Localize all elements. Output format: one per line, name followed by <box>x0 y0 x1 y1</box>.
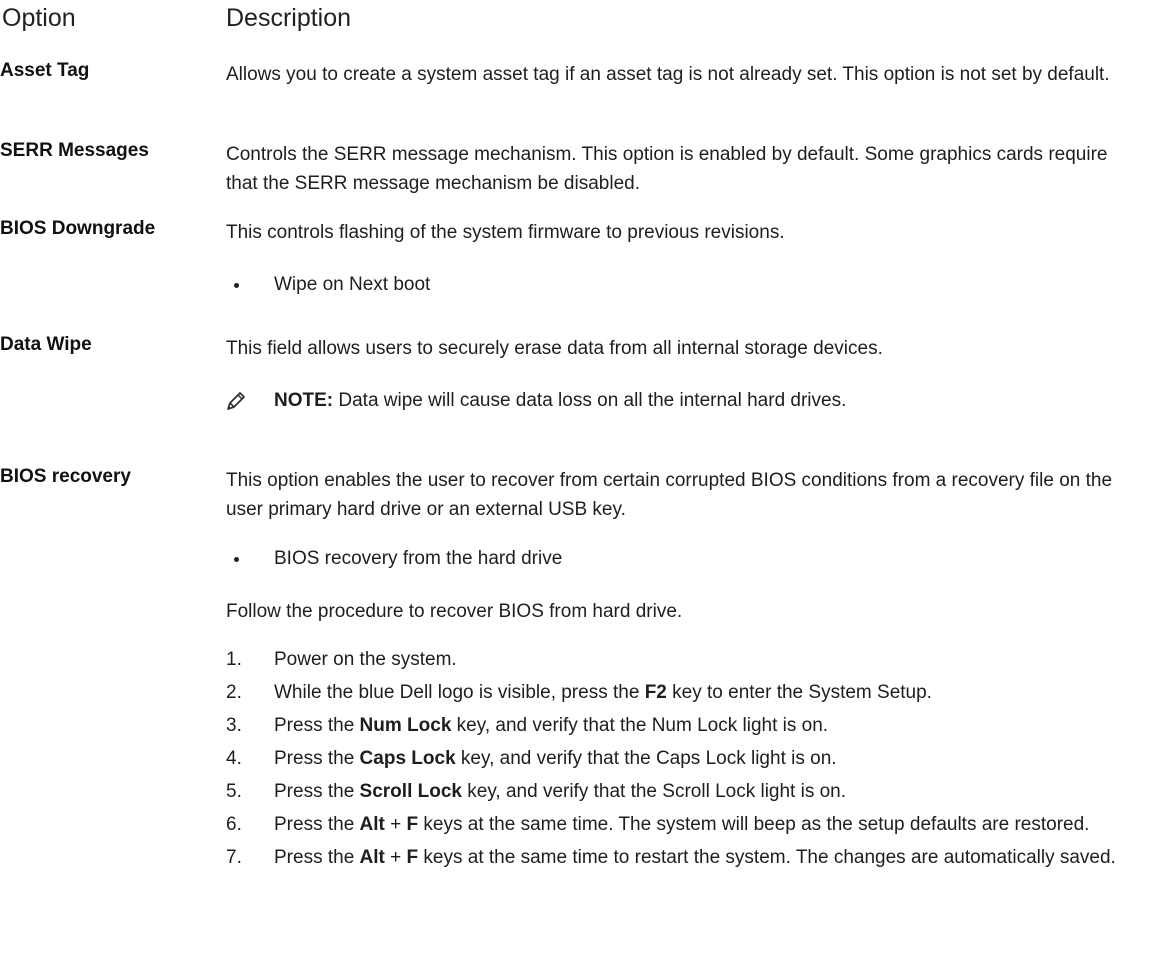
option-label: BIOS recovery <box>0 466 131 487</box>
step-text: key, and verify that the Scroll Lock lig… <box>461 781 847 802</box>
key-name: Caps Lock <box>359 748 456 769</box>
option-label: SERR Messages <box>0 140 149 161</box>
procedure-intro: Follow the procedure to recover BIOS fro… <box>226 601 683 622</box>
step-number: 4. <box>226 748 242 769</box>
table-header: Option Description <box>2 4 1156 44</box>
key-name: Alt <box>359 814 385 835</box>
option-description: This controls flashing of the system fir… <box>226 218 1136 299</box>
step-number: 6. <box>226 814 242 835</box>
description-text: This controls flashing of the system fir… <box>226 222 785 243</box>
key-name: F <box>406 814 419 835</box>
note-label: NOTE: <box>274 390 334 411</box>
step-number: 3. <box>226 715 242 736</box>
step-item: 6. Press the Alt + F keys at the same tim… <box>226 810 1136 839</box>
step-text: key to enter the System Setup. <box>666 682 932 703</box>
step-text: key, and verify that the Num Lock light … <box>451 715 829 736</box>
option-label: Data Wipe <box>0 334 92 355</box>
step-text: Power on the system. <box>274 649 457 670</box>
description-text: This option enables the user to recover … <box>226 470 1113 520</box>
key-name: Scroll Lock <box>359 781 462 802</box>
procedure-steps: 1. Power on the system. 2. While the blue … <box>226 645 1136 872</box>
step-number: 2. <box>226 682 242 703</box>
step-text: + <box>384 847 407 868</box>
step-text: keys at the same time. The system will b… <box>418 814 1090 835</box>
step-number: 7. <box>226 847 242 868</box>
option-description: This option enables the user to recover … <box>226 466 1136 876</box>
description-text: This field allows users to securely eras… <box>226 338 883 359</box>
step-number: 5. <box>226 781 242 802</box>
step-text: Press the <box>274 847 360 868</box>
note-block: NOTE: Data wipe will cause data loss on … <box>226 386 1136 415</box>
description-text: Allows you to create a system asset tag … <box>226 64 1110 85</box>
step-text: While the blue Dell logo is visible, pre… <box>274 682 645 703</box>
description-column-header: Description <box>226 4 352 32</box>
step-text: Press the <box>274 748 360 769</box>
pencil-note-icon <box>227 392 245 410</box>
bullet-item: Wipe on Next boot <box>226 270 1136 299</box>
step-text: Press the <box>274 781 360 802</box>
step-item: 5. Press the Scroll Lock key, and verify … <box>226 777 1136 806</box>
step-number: 1. <box>226 649 242 670</box>
step-text: Press the <box>274 814 360 835</box>
document-page: Option Description Asset Tag Allows you … <box>0 0 1156 956</box>
step-item: 7. Press the Alt + F keys at the same tim… <box>226 843 1136 872</box>
step-item: 2. While the blue Dell logo is visible, p… <box>226 678 1136 707</box>
step-text: key, and verify that the Caps Lock light… <box>455 748 837 769</box>
description-text: Controls the SERR message mechanism. Thi… <box>226 144 1108 194</box>
option-label: Asset Tag <box>0 60 90 81</box>
key-name: Num Lock <box>359 715 452 736</box>
step-item: 4. Press the Caps Lock key, and verify th… <box>226 744 1136 773</box>
key-name: Alt <box>359 847 385 868</box>
step-text: keys at the same time to restart the sys… <box>418 847 1116 868</box>
option-description: Allows you to create a system asset tag … <box>226 60 1136 89</box>
step-item: 1. Power on the system. <box>226 645 1136 674</box>
option-description: This field allows users to securely eras… <box>226 334 1136 415</box>
option-column-header: Option <box>2 4 76 32</box>
note-text: Data wipe will cause data loss on all th… <box>333 390 847 411</box>
key-name: F <box>406 847 419 868</box>
bullet-item: BIOS recovery from the hard drive <box>226 544 1136 573</box>
step-text: Press the <box>274 715 360 736</box>
option-label: BIOS Downgrade <box>0 218 156 239</box>
step-item: 3. Press the Num Lock key, and verify tha… <box>226 711 1136 740</box>
step-text: + <box>384 814 407 835</box>
option-description: Controls the SERR message mechanism. Thi… <box>226 140 1136 198</box>
key-name: F2 <box>644 682 667 703</box>
